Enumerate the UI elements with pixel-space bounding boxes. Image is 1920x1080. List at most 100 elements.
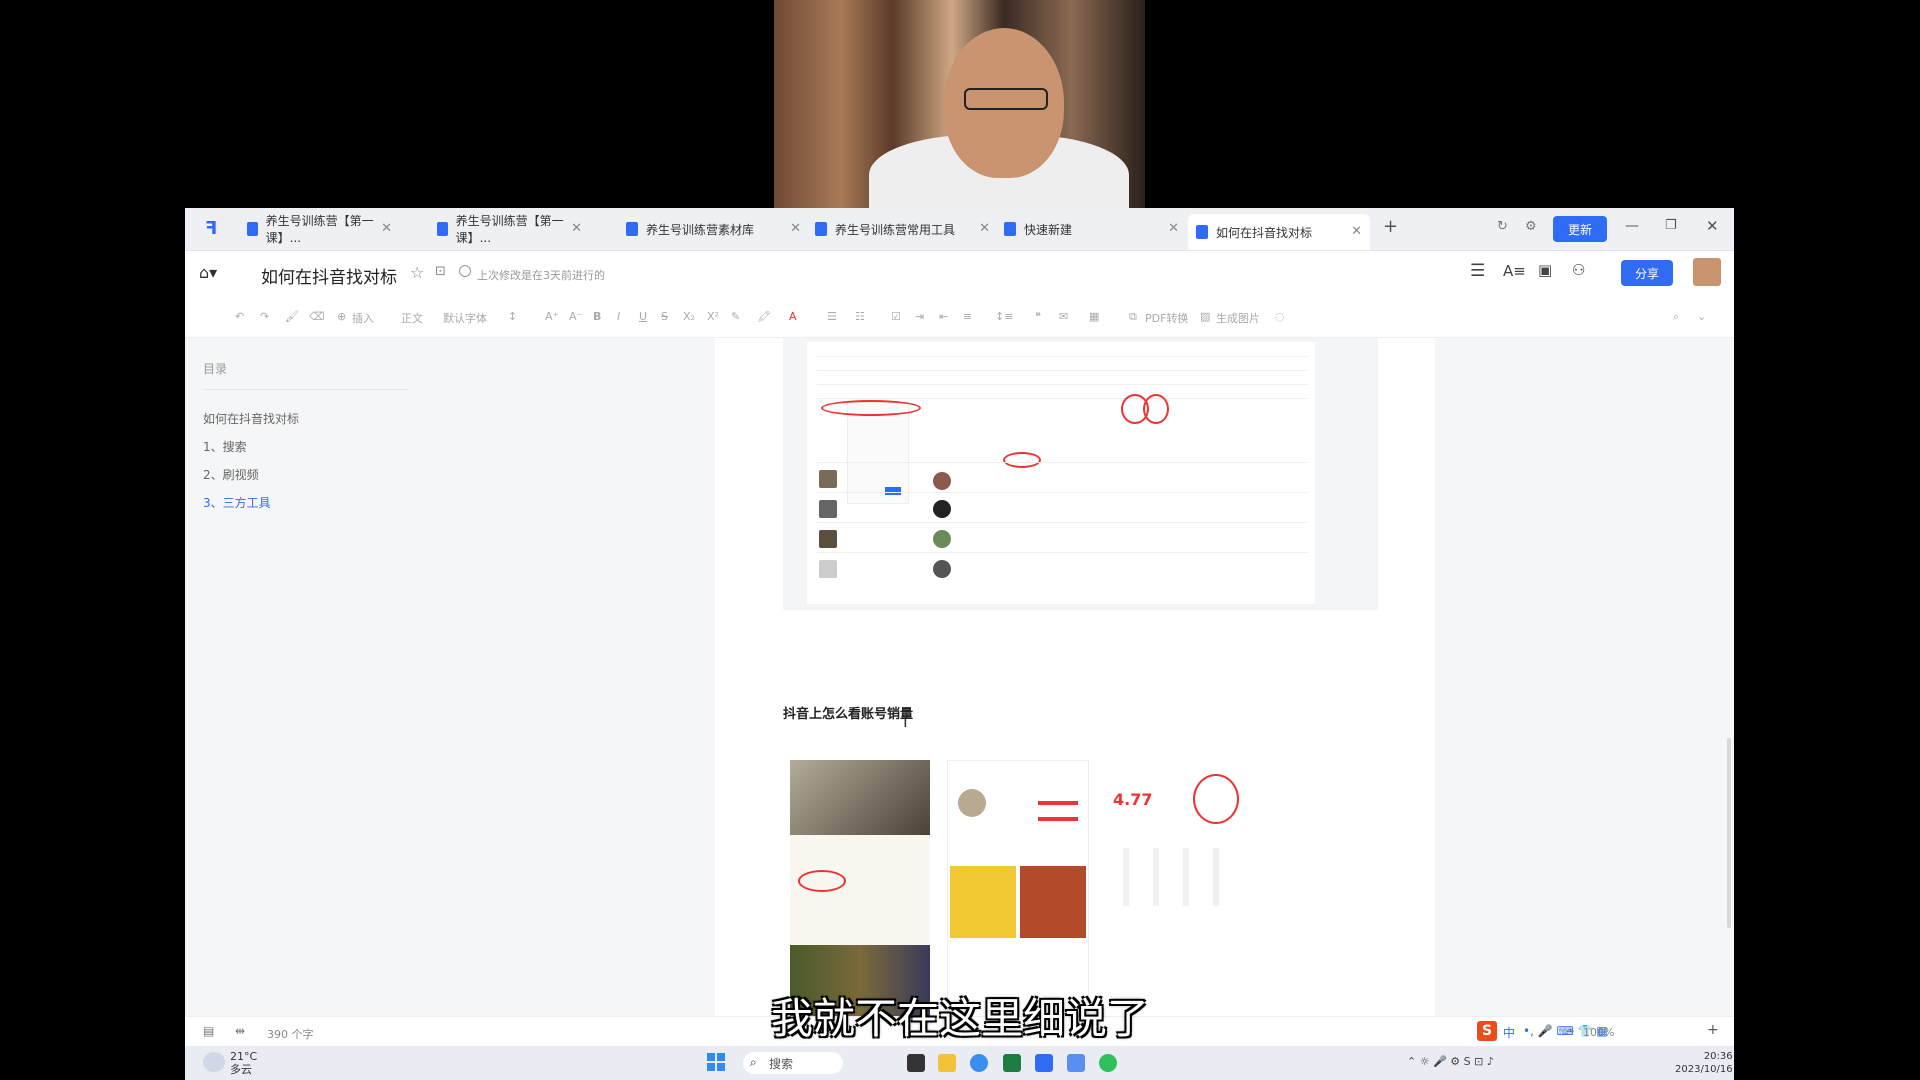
font-color-icon[interactable]: A [789, 310, 797, 323]
scrollbar[interactable] [1727, 738, 1731, 928]
paragraph-style-select[interactable]: 正文 [401, 310, 423, 326]
home-icon[interactable]: ⌂▾ [199, 263, 217, 282]
document-title[interactable]: 如何在抖音找对标 [261, 263, 397, 288]
close-icon[interactable]: ✕ [790, 221, 801, 236]
present-icon[interactable]: ▣ [1538, 261, 1552, 279]
font-family-select[interactable]: 默认字体 [443, 310, 487, 326]
strikethrough-icon[interactable]: S [661, 310, 668, 323]
image-icon[interactable]: ▨ [1200, 310, 1210, 323]
bold-icon[interactable]: B [593, 310, 601, 323]
tab-5[interactable]: 快速新建 ✕ [1004, 215, 1179, 243]
restore-icon[interactable]: ❐ [1665, 218, 1677, 233]
excel-icon[interactable] [1003, 1054, 1021, 1072]
superscript-icon[interactable]: X² [707, 310, 719, 323]
more-icon[interactable]: ◌ [1275, 310, 1285, 323]
generate-image-button[interactable]: 生成图片 [1216, 310, 1260, 326]
emphasis-icon[interactable]: ✎ [731, 310, 740, 323]
indent-icon[interactable]: ⇥ [915, 310, 924, 323]
line-spacing-icon[interactable]: ↕≡ [995, 310, 1013, 323]
task-view-icon[interactable] [907, 1054, 925, 1072]
toc-item[interactable]: 2、刷视频 [203, 466, 403, 483]
new-tab-button[interactable]: + [1383, 216, 1398, 237]
format-painter-icon[interactable]: 🖌 [285, 310, 299, 323]
redo-icon[interactable]: ↷ [260, 310, 269, 323]
tab-6-active[interactable]: 如何在抖音找对标 ✕ [1188, 214, 1370, 250]
settings-icon[interactable]: ⚙ [1525, 219, 1537, 234]
embedded-screenshot-account-page[interactable] [790, 760, 930, 1016]
tab-1[interactable]: 养生号训练营【第一课】... ✕ [247, 214, 392, 245]
app-icon[interactable] [1067, 1054, 1085, 1072]
sync-icon[interactable]: ↻ [1497, 219, 1508, 234]
table-icon[interactable]: ▦ [1089, 310, 1099, 323]
video-thumb [819, 530, 837, 548]
highlight-icon[interactable]: 🖍 [757, 310, 771, 323]
close-icon[interactable]: ✕ [979, 221, 990, 236]
embedded-screenshot-tool-table[interactable] [783, 338, 1378, 610]
text-size-icon[interactable]: A≡ [1503, 262, 1526, 280]
insert-menu[interactable]: 插入 [352, 310, 374, 326]
screenshot-row [817, 552, 1307, 553]
wechat-icon[interactable] [1099, 1054, 1117, 1072]
embedded-screenshot-sales-page[interactable] [947, 760, 1089, 1018]
checklist-icon[interactable]: ☑ [891, 310, 901, 323]
file-explorer-icon[interactable] [938, 1054, 956, 1072]
undo-icon[interactable]: ↶ [235, 310, 244, 323]
increase-font-icon[interactable]: A⁺ [545, 310, 558, 323]
minimize-icon[interactable]: — [1625, 218, 1639, 234]
outdent-icon[interactable]: ⇤ [939, 310, 948, 323]
product-card [950, 866, 1016, 938]
screenshot-confirm-chip [885, 487, 901, 495]
screenshot-content [807, 342, 1315, 604]
toc-item-active[interactable]: 3、三方工具 [203, 494, 403, 511]
author-avatar [933, 472, 951, 490]
clear-format-icon[interactable]: ⌫ [309, 310, 325, 323]
comment-icon[interactable]: ✉ [1059, 310, 1068, 323]
decrease-font-icon[interactable]: A⁻ [569, 310, 582, 323]
start-icon[interactable] [707, 1053, 725, 1071]
underline-icon[interactable]: U [639, 310, 647, 323]
number-list-icon[interactable]: ☷ [855, 310, 865, 323]
saved-check-icon [459, 265, 471, 277]
close-icon[interactable]: ✕ [571, 221, 582, 236]
chevron-down-icon[interactable]: ⌄ [1697, 310, 1706, 323]
app-logo-icon[interactable]: ꟻ [205, 218, 225, 239]
pdf-convert-button[interactable]: PDF转换 [1145, 310, 1188, 326]
doc-icon [1196, 225, 1208, 239]
star-icon[interactable]: ☆ [410, 263, 424, 282]
toc-item[interactable]: 1、搜索 [203, 438, 403, 455]
subscript-icon[interactable]: X₂ [683, 310, 695, 323]
menu-icon[interactable]: ☰ [1470, 261, 1485, 281]
share-button[interactable]: 分享 [1621, 260, 1673, 286]
align-icon[interactable]: ≡ [963, 310, 972, 323]
close-window-icon[interactable]: ✕ [1706, 217, 1719, 235]
add-collaborator-icon[interactable]: ⚇ [1572, 261, 1585, 279]
quote-icon[interactable]: ❝ [1035, 310, 1041, 323]
bullet-list-icon[interactable]: ☰ [827, 310, 837, 323]
italic-icon[interactable]: I [617, 310, 620, 323]
video-thumb [819, 500, 837, 518]
weather-icon[interactable] [203, 1052, 225, 1072]
presenter-glasses [964, 88, 1048, 110]
tab-3[interactable]: 养生号训练营素材库 ✕ [626, 215, 801, 243]
close-icon[interactable]: ✕ [1351, 224, 1362, 239]
weather-widget[interactable]: 21°C 多云 [230, 1050, 257, 1076]
tray-icons[interactable]: ⌃ ☼ 🎤 ⚙ S ⊡ ♪ [1407, 1055, 1494, 1068]
tab-4[interactable]: 养生号训练营常用工具 ✕ [815, 215, 990, 243]
toc-item[interactable]: 如何在抖音找对标 [203, 410, 403, 427]
insert-icon[interactable]: ⊕ [337, 310, 346, 323]
docs-app-icon[interactable] [1035, 1054, 1053, 1072]
pdf-icon[interactable]: ⧉ [1129, 310, 1137, 324]
tab-2[interactable]: 养生号训练营【第一课】... ✕ [437, 214, 582, 245]
move-icon[interactable]: ⊡ [435, 264, 446, 279]
avatar[interactable] [1693, 258, 1721, 286]
font-size-select[interactable]: ↕ [508, 310, 517, 323]
close-icon[interactable]: ✕ [381, 221, 392, 236]
taskbar-search[interactable]: 搜索 [743, 1052, 843, 1074]
system-clock[interactable]: 20:36 2023/10/16 [1675, 1050, 1733, 1076]
search-icon[interactable]: ⌕ [1673, 310, 1679, 324]
close-icon[interactable]: ✕ [1168, 221, 1179, 236]
embedded-screenshot-shop-score[interactable]: 4.77 [1105, 760, 1245, 1016]
video-thumb [819, 560, 837, 578]
update-button[interactable]: 更新 [1553, 216, 1607, 242]
browser-icon[interactable] [970, 1054, 988, 1072]
